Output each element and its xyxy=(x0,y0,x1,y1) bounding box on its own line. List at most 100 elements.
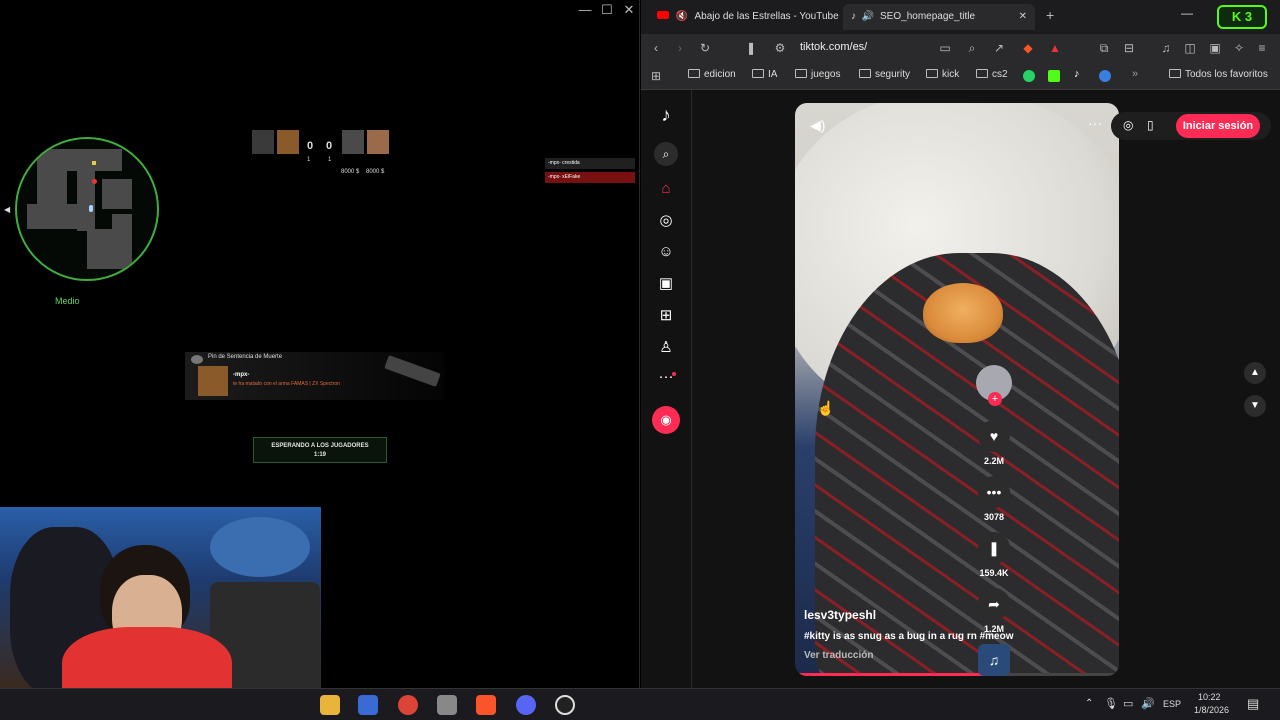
rewards-icon[interactable]: ▲ xyxy=(1048,41,1062,55)
bookmark-label: edicion xyxy=(704,69,736,80)
back-icon[interactable]: ‹ xyxy=(649,41,663,55)
forward-icon[interactable]: › xyxy=(673,41,687,55)
profile-icon[interactable]: ♙ xyxy=(656,338,676,358)
rifle-icon xyxy=(384,355,441,387)
volume-icon[interactable]: ◀) xyxy=(810,117,825,134)
chrome-icon[interactable] xyxy=(398,695,418,715)
notifications-icon[interactable]: ▤ xyxy=(1247,696,1259,712)
like-button[interactable]: ♥ 2.2M xyxy=(976,420,1012,466)
home-icon[interactable]: ⌂ xyxy=(656,179,676,199)
apps-grid-icon[interactable]: ⊞ xyxy=(649,69,663,83)
minimize-icon[interactable]: — xyxy=(575,2,595,17)
cast-icon[interactable]: ▭ xyxy=(938,41,952,55)
author-avatar[interactable]: + xyxy=(976,365,1012,406)
translate-link[interactable]: Ver traducción xyxy=(804,650,873,661)
brave-shield-icon[interactable]: ◆ xyxy=(1021,41,1035,55)
music-disc-icon: ♫ xyxy=(978,644,1010,676)
bookmark-folder[interactable]: segurity xyxy=(859,69,910,80)
zoom-icon[interactable]: ⌕ xyxy=(965,41,979,55)
tab-youtube[interactable]: 🔇 Abajo de las Estrellas - YouTube xyxy=(649,4,839,30)
notepad-icon[interactable] xyxy=(358,695,378,715)
share-count: 1.2M xyxy=(983,624,1004,634)
media-icon[interactable]: ♫ xyxy=(1159,41,1173,55)
search-icon[interactable]: ⌕ xyxy=(654,142,678,166)
video-player[interactable]: ◀) ··· lesv3typeshl #kitty is as snug as… xyxy=(795,103,1119,676)
app-icon[interactable] xyxy=(437,695,457,715)
file-explorer-icon[interactable] xyxy=(320,695,340,715)
new-tab-button[interactable]: + xyxy=(1046,7,1054,23)
progress-fill xyxy=(795,673,983,676)
address-bar[interactable]: tiktok.com/es/ xyxy=(800,41,867,53)
video-progress-bar[interactable] xyxy=(795,673,1119,676)
obs-icon[interactable] xyxy=(555,695,575,715)
bookmark-folder[interactable]: kick xyxy=(926,69,959,80)
bookmark-label: juegos xyxy=(811,69,841,80)
navigation-toolbar: ‹ › ↻ ❚ ⚙ tiktok.com/es/ ▭ ⌕ ↗ ◆ ▲ ⧉ ⊟ ♫… xyxy=(641,34,1280,62)
live-icon[interactable]: ▣ xyxy=(656,274,676,294)
bookmark-icon[interactable]: ❚ xyxy=(744,41,758,55)
share-button[interactable]: ➦ 1.2M xyxy=(976,588,1012,634)
language-indicator[interactable]: ESP xyxy=(1163,699,1181,709)
upload-icon[interactable]: ⊞ xyxy=(656,306,676,326)
next-video-icon[interactable]: ▼ xyxy=(1244,395,1266,417)
discord-icon[interactable] xyxy=(516,695,536,715)
reload-icon[interactable]: ↻ xyxy=(698,41,712,55)
bookmark-label: cs2 xyxy=(992,69,1008,80)
clock-time[interactable]: 10:22 xyxy=(1198,692,1221,702)
explore-icon[interactable]: ◎ xyxy=(656,211,676,231)
sidebar-icon[interactable]: ◫ xyxy=(1183,41,1197,55)
reading-icon[interactable]: ⊟ xyxy=(1122,41,1136,55)
more-icon[interactable]: ··· xyxy=(656,367,676,387)
kick-icon[interactable] xyxy=(1048,70,1060,82)
site-settings-icon[interactable]: ⚙ xyxy=(773,41,787,55)
leo-ai-icon[interactable]: ✧ xyxy=(1232,41,1246,55)
audio-icon: 🔊 xyxy=(861,11,875,22)
share-icon[interactable]: ↗ xyxy=(992,41,1006,55)
youtube-icon xyxy=(657,11,669,19)
microphone-icon[interactable]: 🎙 xyxy=(1104,697,1118,710)
video-more-icon[interactable]: ··· xyxy=(1088,115,1102,131)
tiktok-bookmark-icon[interactable]: ♪ xyxy=(1074,68,1080,80)
mobile-app-icon[interactable]: ▯ xyxy=(1147,118,1154,132)
login-button[interactable]: Iniciar sesión xyxy=(1176,114,1260,138)
all-bookmarks-folder[interactable]: Todos los favoritos xyxy=(1169,69,1268,80)
kick-extension-badge[interactable]: K 3 xyxy=(1217,5,1267,29)
previous-video-icon[interactable]: ▲ xyxy=(1244,362,1266,384)
video-author[interactable]: lesv3typeshl xyxy=(804,608,876,622)
tab-tiktok[interactable]: ♪ 🔊 SEO_homepage_title ✕ xyxy=(843,4,1035,30)
wallet-icon[interactable]: ▣ xyxy=(1208,41,1222,55)
minimize-icon[interactable]: — xyxy=(1181,6,1193,20)
player-avatar xyxy=(367,130,389,154)
more-bookmarks-icon[interactable]: » xyxy=(1132,68,1138,80)
killer-avatar xyxy=(198,366,228,396)
bookmark-folder[interactable]: cs2 xyxy=(976,69,1008,80)
whatsapp-icon[interactable] xyxy=(1023,70,1035,82)
waiting-label: ESPERANDO A LOS JUGADORES xyxy=(271,443,369,449)
bookmark-folder[interactable]: edicion xyxy=(688,69,736,80)
bookmark-folder[interactable]: juegos xyxy=(795,69,840,80)
following-icon[interactable]: ☺ xyxy=(656,242,676,262)
killer-name: -mpx- xyxy=(233,372,250,378)
brave-icon[interactable] xyxy=(476,695,496,715)
volume-icon[interactable]: 🔊 xyxy=(1141,697,1155,710)
follow-plus-icon[interactable]: + xyxy=(988,392,1002,406)
live-studio-icon[interactable]: ◎ xyxy=(1123,118,1133,132)
music-disc[interactable]: ♫ xyxy=(976,644,1012,676)
show-hidden-icons[interactable]: ⌃ xyxy=(1085,698,1093,709)
menu-icon[interactable]: ≡ xyxy=(1255,41,1269,55)
tiktok-logo-icon[interactable]: ♪ xyxy=(656,106,676,126)
bookmarks-bar: ⊞ edicion IA juegos segurity kick cs2 ♪ … xyxy=(641,62,1280,90)
clock-date[interactable]: 1/8/2026 xyxy=(1194,705,1229,715)
coin-icon[interactable]: ◉ xyxy=(652,406,680,434)
save-button[interactable]: ❚ 159.4K xyxy=(976,532,1012,578)
folder-icon xyxy=(926,69,938,78)
comment-button[interactable]: ••• 3078 xyxy=(976,476,1012,522)
network-icon[interactable]: ▭ xyxy=(1123,697,1133,710)
chrome-bookmark-icon[interactable] xyxy=(1099,70,1111,82)
maximize-icon[interactable]: ☐ xyxy=(597,2,617,18)
skull-icon xyxy=(191,355,203,364)
close-tab-icon[interactable]: ✕ xyxy=(1019,4,1027,30)
bookmark-folder[interactable]: IA xyxy=(752,69,777,80)
extensions-icon[interactable]: ⧉ xyxy=(1097,41,1111,55)
close-icon[interactable]: ✕ xyxy=(619,2,639,18)
